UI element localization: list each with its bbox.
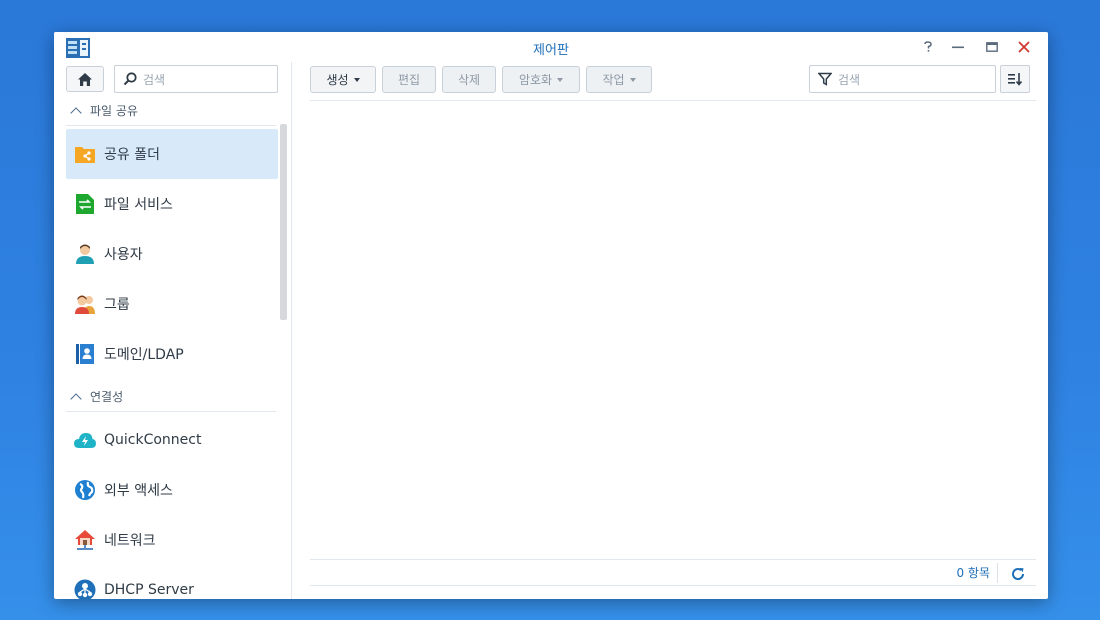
item-count: 0 항목	[956, 566, 990, 580]
shared-folder-list[interactable]	[310, 102, 1036, 558]
sidebar-item-label: 외부 액세스	[104, 483, 173, 499]
chevron-up-icon	[70, 106, 82, 119]
sidebar-item-quickconnect[interactable]: QuickConnect	[66, 415, 278, 465]
sidebar-item-domain-ldap[interactable]: 도메인/LDAP	[66, 329, 278, 379]
sidebar-item-file-services[interactable]: 파일 서비스	[66, 179, 278, 229]
sidebar-item-label: 공유 폴더	[104, 147, 160, 163]
dhcp-server-icon	[74, 579, 96, 599]
edit-button-label: 편집	[397, 73, 421, 87]
action-button-label: 작업	[602, 73, 625, 87]
sidebar-item-label: 그룹	[104, 297, 130, 313]
sidebar-item-label: 네트워크	[104, 533, 156, 549]
section-label: 연결성	[90, 390, 124, 404]
close-icon[interactable]	[1016, 39, 1032, 55]
section-connectivity[interactable]: 연결성	[66, 382, 276, 412]
maximize-icon[interactable]	[984, 39, 1000, 55]
sidebar-search-placeholder: 검색	[143, 72, 166, 87]
sidebar-item-label: 파일 서비스	[104, 197, 173, 213]
window-title: 제어판	[533, 43, 569, 58]
sidebar-scrollbar[interactable]	[280, 124, 287, 320]
user-icon	[74, 243, 96, 265]
refresh-icon[interactable]	[1010, 566, 1026, 582]
file-services-icon	[74, 193, 96, 215]
home-icon	[78, 72, 92, 86]
sidebar-item-label: 도메인/LDAP	[104, 347, 184, 363]
group-icon	[74, 293, 96, 315]
sidebar-search-input[interactable]: 검색	[114, 65, 278, 93]
help-icon[interactable]	[920, 39, 936, 55]
footer-divider	[310, 559, 1036, 560]
title-bar[interactable]: 제어판	[54, 32, 1048, 62]
minimize-icon[interactable]	[950, 39, 966, 55]
shared-folder-icon	[74, 143, 96, 165]
section-label: 파일 공유	[90, 104, 138, 118]
control-panel-window: 제어판 검색 파일 공유 공유 폴더 파일 서비스 사용자 그룹 도메인/LDA…	[54, 32, 1048, 599]
sidebar-item-user[interactable]: 사용자	[66, 229, 278, 279]
caret-down-icon	[557, 78, 564, 82]
footer-bottom-divider	[310, 585, 1036, 586]
sidebar-item-label: QuickConnect	[104, 432, 202, 448]
home-button[interactable]	[66, 66, 104, 92]
network-icon	[74, 529, 96, 551]
sidebar-item-dhcp-server[interactable]: DHCP Server	[66, 565, 278, 599]
quickconnect-icon	[74, 429, 96, 451]
sidebar-item-group[interactable]: 그룹	[66, 279, 278, 329]
sidebar-item-network[interactable]: 네트워크	[66, 515, 278, 565]
encryption-button[interactable]: 암호화	[502, 66, 580, 93]
sidebar-item-label: 사용자	[104, 247, 143, 263]
delete-button-label: 삭제	[457, 73, 481, 87]
sidebar-item-external-access[interactable]: 외부 액세스	[66, 465, 278, 515]
action-button[interactable]: 작업	[586, 66, 652, 93]
main-panel: 생성 편집 삭제 암호화 작업 검색 0 항목	[294, 62, 1048, 599]
filter-search-placeholder: 검색	[838, 72, 861, 87]
encryption-button-label: 암호화	[518, 73, 553, 87]
footer-separator	[997, 563, 998, 583]
caret-down-icon	[629, 78, 636, 82]
sidebar-item-shared-folder[interactable]: 공유 폴더	[66, 129, 278, 179]
search-icon	[123, 72, 137, 86]
filter-icon	[818, 72, 832, 86]
sidebar-item-label: DHCP Server	[104, 582, 194, 598]
chevron-up-icon	[70, 392, 82, 405]
create-button-label: 생성	[326, 73, 349, 87]
external-access-icon	[74, 479, 96, 501]
section-file-sharing[interactable]: 파일 공유	[66, 96, 276, 126]
filter-search-input[interactable]: 검색	[809, 65, 996, 93]
sidebar: 검색 파일 공유 공유 폴더 파일 서비스 사용자 그룹 도메인/LDAP 연결…	[54, 62, 292, 599]
sort-button[interactable]	[1000, 65, 1030, 93]
toolbar-divider	[310, 100, 1036, 101]
delete-button[interactable]: 삭제	[442, 66, 496, 93]
create-button[interactable]: 생성	[310, 66, 376, 93]
sort-icon	[1008, 73, 1023, 86]
edit-button[interactable]: 편집	[382, 66, 436, 93]
caret-down-icon	[353, 78, 360, 82]
domain-ldap-icon	[74, 343, 96, 365]
